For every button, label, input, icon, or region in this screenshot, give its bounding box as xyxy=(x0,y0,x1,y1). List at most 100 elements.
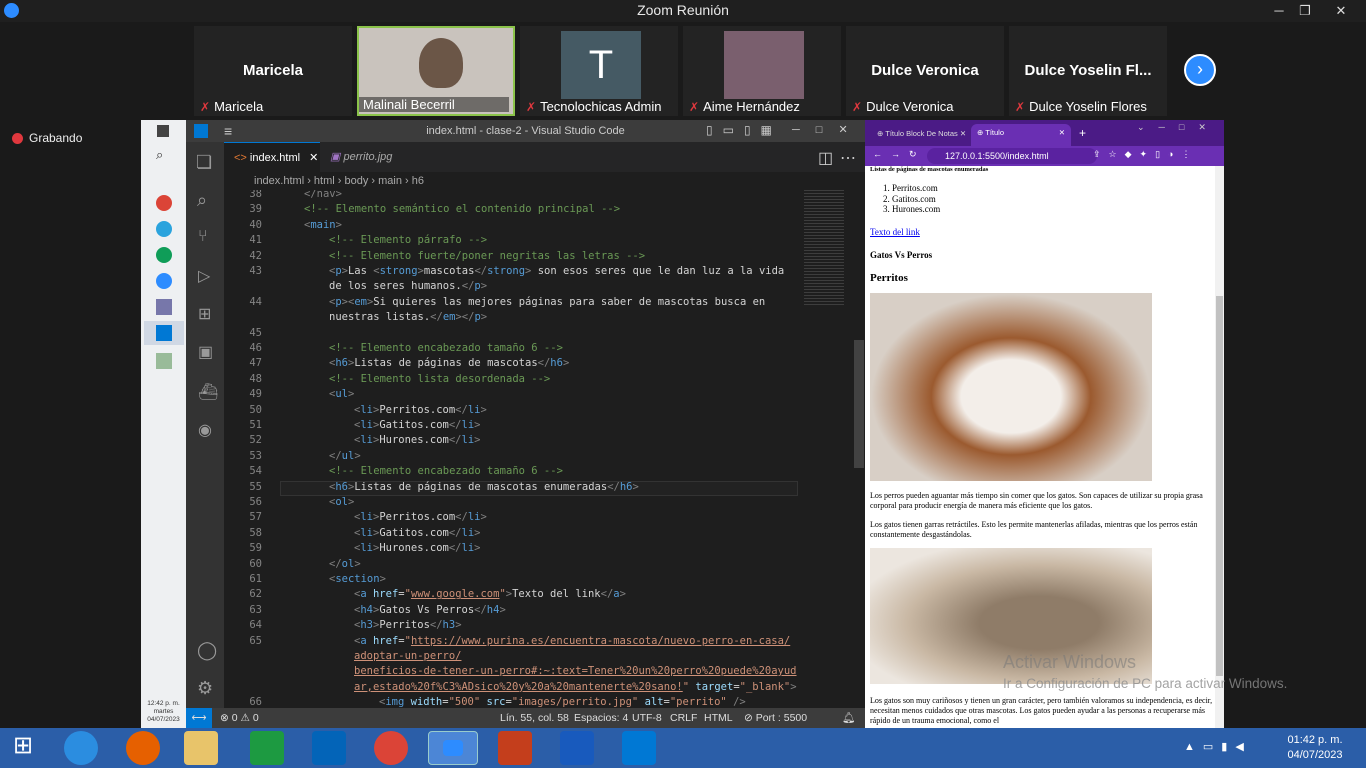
more-actions-icon[interactable]: ⋯ xyxy=(840,148,856,168)
zoom-taskbar-icon[interactable] xyxy=(428,731,478,765)
vscode-app-icon-active[interactable] xyxy=(144,321,184,345)
zoom-app-icon[interactable] xyxy=(156,273,172,289)
breadcrumb-item[interactable]: html xyxy=(314,175,335,187)
remote-explorer-icon[interactable]: ▣ xyxy=(198,342,213,362)
file-explorer-icon[interactable] xyxy=(184,731,218,765)
live-server-port[interactable]: ⊘ Port : 5500 xyxy=(744,708,807,728)
start-button-icon[interactable]: ⊞ xyxy=(6,731,40,765)
editor-scrollbar[interactable] xyxy=(854,340,864,468)
code-line[interactable]: <li>Perritos.com</li> xyxy=(354,511,487,523)
search-icon[interactable]: ⌕ xyxy=(197,190,207,211)
timeline-icon[interactable]: ◉ xyxy=(198,420,212,440)
powerpoint-icon[interactable] xyxy=(498,731,532,765)
code-line[interactable]: <!-- Elemento párrafo --> xyxy=(329,234,487,246)
code-line[interactable]: <ul> xyxy=(329,388,354,400)
docker-icon[interactable]: ⛴ xyxy=(198,382,218,402)
word-icon[interactable] xyxy=(560,731,594,765)
tab-titulo[interactable]: ⊕ Título ✕ xyxy=(971,124,1071,146)
address-bar[interactable]: 127.0.0.1:5500/index.html xyxy=(927,148,1097,164)
problems-indicator[interactable]: ⊗ 0 ⚠ 0 xyxy=(220,708,259,728)
code-line[interactable]: <p>Las <strong>mascotas</strong> son eso… xyxy=(329,265,784,277)
window-controls[interactable]: ─□✕ xyxy=(792,123,864,136)
run-debug-icon[interactable]: ▷ xyxy=(198,266,210,286)
line-endings[interactable]: CRLF xyxy=(670,708,697,728)
code-line[interactable]: </nav> xyxy=(304,190,342,200)
explorer-icon[interactable]: ❏ xyxy=(196,152,212,173)
code-line[interactable]: <!-- Elemento encabezado tamaño 6 --> xyxy=(329,342,563,354)
store-icon[interactable] xyxy=(250,731,284,765)
next-participants-arrow-icon[interactable]: › xyxy=(1184,54,1216,86)
code-line[interactable]: </ul> xyxy=(329,450,361,462)
taskbar-clock[interactable]: 01:42 p. m. 04/07/2023 xyxy=(1280,733,1350,763)
code-editor[interactable]: 38 </nav> 39 <!-- Elemento semántico el con… xyxy=(224,190,865,708)
participant-tile[interactable]: ✗ Aime Hernández xyxy=(683,26,841,116)
participant-tile[interactable]: Dulce Veronica ✗ Dulce Veronica xyxy=(846,26,1004,116)
firefox-icon[interactable] xyxy=(126,731,160,765)
code-line[interactable]: <li>Hurones.com</li> xyxy=(354,434,481,446)
code-line[interactable]: <li>Hurones.com</li> xyxy=(354,542,481,554)
code-line[interactable]: <a href="www.google.com">Texto del link<… xyxy=(354,588,626,600)
internet-explorer-icon[interactable] xyxy=(64,731,98,765)
code-line[interactable]: <main> xyxy=(304,219,342,231)
page-link[interactable]: Texto del link xyxy=(870,227,1214,237)
code-line[interactable]: <li>Gatitos.com</li> xyxy=(354,419,481,431)
extensions-icon[interactable]: ⊞ xyxy=(198,304,211,324)
code-line[interactable]: adoptar-un-perro/ xyxy=(354,650,461,662)
windows-start-icon[interactable] xyxy=(157,125,169,137)
code-line[interactable]: <h3>Perritos</h3> xyxy=(354,619,462,631)
code-line[interactable]: </ol> xyxy=(329,558,361,570)
participant-tile[interactable]: T ✗ Tecnolochicas Admin xyxy=(520,26,678,116)
close-button[interactable]: ✕ xyxy=(1318,0,1364,22)
split-editor-icon[interactable]: ◫ xyxy=(818,148,833,168)
code-line[interactable]: <h6>Listas de páginas de mascotas</h6> xyxy=(329,357,569,369)
extension-icons[interactable]: ⇪☆◆✦▯◑⋮ xyxy=(1093,149,1198,160)
code-line[interactable]: <li>Gatitos.com</li> xyxy=(354,527,481,539)
cursor-position[interactable]: Lín. 55, col. 58 xyxy=(500,708,569,728)
layout-toggle-icons[interactable]: ▯▭▯▦ xyxy=(706,123,782,137)
settings-gear-icon[interactable]: ⚙ xyxy=(197,678,213,699)
app-icon[interactable] xyxy=(156,299,172,315)
search-icon[interactable]: ⌕ xyxy=(156,147,163,163)
breadcrumb-item[interactable]: main xyxy=(378,175,402,187)
code-line[interactable]: beneficios-de-tener-un-perro#:~:text=Ten… xyxy=(354,665,797,677)
tab-block-de-notas[interactable]: ⊕ Título Block De Notas ✕ xyxy=(871,126,967,146)
chrome-icon[interactable] xyxy=(374,731,408,765)
code-line[interactable]: <li>Perritos.com</li> xyxy=(354,404,487,416)
breadcrumb-item[interactable]: h6 xyxy=(412,175,424,187)
page-scrollbar[interactable] xyxy=(1215,166,1224,728)
close-icon[interactable]: ✕ xyxy=(309,152,318,164)
code-line[interactable]: <h4>Gatos Vs Perros</h4> xyxy=(354,604,506,616)
code-line[interactable]: <img width="500" src="images/perrito.jpg… xyxy=(379,696,746,708)
vscode-taskbar-icon[interactable] xyxy=(622,731,656,765)
account-icon[interactable]: ◯ xyxy=(197,640,217,661)
notifications-bell-icon[interactable]: 🔔︎ xyxy=(842,708,855,728)
code-line[interactable]: <a href="https://www.purina.es/encuentra… xyxy=(354,635,790,647)
breadcrumb-item[interactable]: body xyxy=(344,175,368,187)
participant-tile[interactable]: Maricela ✗ Maricela xyxy=(194,26,352,116)
code-line[interactable]: <!-- Elemento encabezado tamaño 6 --> xyxy=(329,465,563,477)
outlook-icon[interactable] xyxy=(312,731,346,765)
code-line[interactable]: <p><em>Si quieres las mejores páginas pa… xyxy=(329,296,765,308)
dog-image[interactable] xyxy=(870,292,1152,481)
browser-window-controls[interactable]: ⌄─□✕ xyxy=(1137,122,1220,133)
language-mode[interactable]: HTML xyxy=(704,708,733,728)
code-line[interactable]: nuestras listas.</em></p> xyxy=(329,311,487,323)
code-line[interactable]: ar,estado%20f%C3%ADsico%20y%20a%20manten… xyxy=(354,681,797,693)
chrome-app-icon[interactable] xyxy=(156,195,172,211)
remote-indicator-icon[interactable]: ⟷ xyxy=(186,708,212,728)
system-tray-icons[interactable]: ▲▭▮◀ xyxy=(1184,740,1252,753)
app-icon[interactable] xyxy=(156,353,172,369)
code-line[interactable]: <ol> xyxy=(329,496,354,508)
code-line[interactable]: <!-- Elemento fuerte/poner negritas las … xyxy=(329,250,645,262)
nav-buttons[interactable]: ←→↻ xyxy=(873,149,926,160)
maximize-button[interactable]: ❐ xyxy=(1288,0,1322,22)
participant-tile[interactable]: Dulce Yoselin Fl... ✗ Dulce Yoselin Flore… xyxy=(1009,26,1167,116)
breadcrumb-item[interactable]: index.html xyxy=(254,175,304,187)
code-line[interactable]: <h6>Listas de páginas de mascotas enumer… xyxy=(329,481,639,493)
tab-index-html[interactable]: <> index.html ✕ xyxy=(224,142,320,172)
chrome-app-icon[interactable] xyxy=(156,247,172,263)
code-line[interactable]: <!-- Elemento semántico el contenido pri… xyxy=(304,203,620,215)
code-line[interactable]: de los seres humanos.</p> xyxy=(329,280,487,292)
encoding[interactable]: UTF-8 xyxy=(632,708,662,728)
code-line[interactable]: <section> xyxy=(329,573,386,585)
